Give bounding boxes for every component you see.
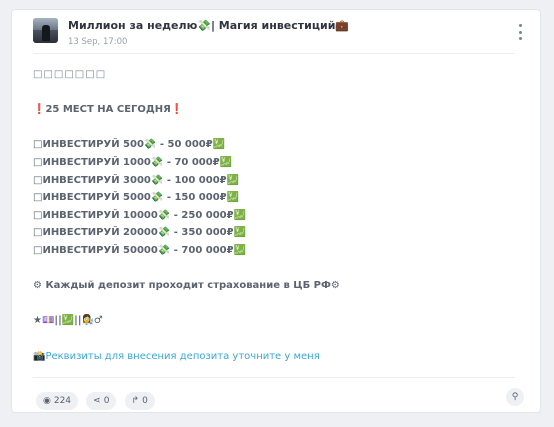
post-line: □ИНВЕСТИРУЙ 500💸 - 50 000₽💹	[33, 139, 226, 151]
channel-avatar[interactable]	[33, 18, 58, 43]
post-line: ★💷||💹||👩‍🔬♂	[33, 315, 103, 327]
shares-counter[interactable]: ⋖ 0	[86, 392, 117, 410]
post-line: □ИНВЕСТИРУЙ 3000💸 - 100 000₽💹	[33, 174, 240, 186]
forwards-count: 0	[142, 396, 148, 406]
views-count: 224	[53, 396, 72, 406]
post-line: □ИНВЕСТИРУЙ 10000💸 - 250 000₽💹	[33, 209, 247, 221]
eye-icon: ◉	[43, 396, 51, 406]
post-card: Миллион за неделю💸| Магия инвестиций💼 13…	[11, 9, 541, 413]
post-body: □□□□□□□ ❗25 МЕСТ НА СЕГОДНЯ❗ □ИНВЕСТИРУЙ…	[33, 66, 520, 365]
post-line: ⚙ Каждый депозит проходит страхование в …	[33, 280, 340, 292]
post-line: □ИНВЕСТИРУЙ 5000💸 - 150 000₽💹	[33, 192, 240, 204]
post-line: □ИНВЕСТИРУЙ 20000💸 - 350 000₽💹	[33, 227, 247, 239]
post-line: □ИНВЕСТИРУЙ 50000💸 - 700 000₽💹	[33, 244, 247, 256]
kebab-icon[interactable]	[516, 24, 524, 40]
post-header: Миллион за неделю💸| Магия инвестиций💼 13…	[33, 18, 528, 54]
requisites-link[interactable]: 📸Реквизиты для внесения депозита уточнит…	[33, 348, 520, 366]
post-line: □ИНВЕСТИРУЙ 1000💸 - 70 000₽💹	[33, 156, 233, 168]
forward-icon: ↱	[131, 396, 140, 406]
forwards-counter[interactable]: ↱ 0	[124, 392, 155, 410]
views-counter[interactable]: ◉ 224	[36, 392, 79, 410]
link-icon[interactable]: ⚲	[506, 388, 524, 406]
share-icon: ⋖	[93, 396, 101, 406]
post-line: ❗25 МЕСТ НА СЕГОДНЯ❗	[33, 104, 184, 116]
shares-count: 0	[103, 396, 110, 406]
header-divider	[33, 53, 515, 54]
channel-name[interactable]: Миллион за неделю💸| Магия инвестиций💼	[68, 19, 349, 32]
post-footer: ◉ 224 ⋖ 0 ↱ 0 ⚲	[36, 388, 524, 410]
post-line: □□□□□□□	[33, 69, 107, 80]
post-timestamp: 13 Sep, 17:00	[68, 37, 128, 47]
footer-divider	[33, 377, 515, 378]
